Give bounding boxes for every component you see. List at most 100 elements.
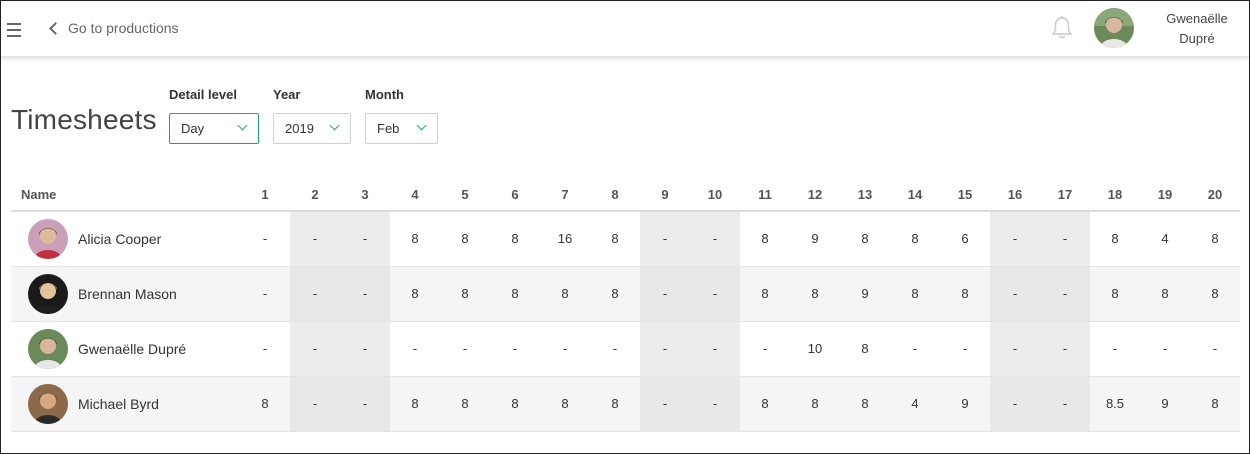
table-row[interactable]: Brennan Mason - - -8 8 8 8 8- -8 8 9 8 8- -8 8 8 <box>11 266 1240 322</box>
hours-cell[interactable]: - <box>390 321 440 377</box>
hours-cell[interactable]: - <box>340 376 390 432</box>
hours-cell[interactable]: 8 <box>840 211 890 267</box>
hours-cell[interactable]: 8 <box>240 376 290 432</box>
hours-cell[interactable]: 8 <box>440 211 490 267</box>
hours-cell[interactable]: - <box>1140 321 1190 377</box>
hours-cell[interactable]: 8 <box>490 211 540 267</box>
hours-cell[interactable]: - <box>1040 266 1090 322</box>
hours-cell[interactable]: - <box>690 376 740 432</box>
month-select[interactable]: Feb <box>365 113 438 144</box>
hours-cell[interactable]: 8 <box>540 376 590 432</box>
hours-cell[interactable]: - <box>890 321 940 377</box>
table-row[interactable]: Alicia Cooper - - -8 8 8 16 8- -8 9 8 8 6- -8 4 8 <box>11 211 1240 267</box>
hours-cell[interactable]: 8 <box>590 266 640 322</box>
hours-cell[interactable]: 8 <box>1190 266 1240 322</box>
hours-cell[interactable]: 8 <box>890 266 940 322</box>
hours-cell[interactable]: - <box>640 321 690 377</box>
user-name[interactable]: Gwenaëlle Dupré <box>1151 9 1243 49</box>
hours-cell[interactable]: - <box>690 211 740 267</box>
hours-cell[interactable]: 8 <box>1090 211 1140 267</box>
hours-cell[interactable]: 8.5 <box>1090 376 1140 432</box>
hours-cell[interactable]: - <box>590 321 640 377</box>
hours-cell[interactable]: - <box>690 321 740 377</box>
column-header-day: 6 <box>490 178 540 212</box>
hours-cell[interactable]: 8 <box>940 266 990 322</box>
hours-cell[interactable]: 8 <box>590 376 640 432</box>
hours-cell[interactable]: - <box>640 266 690 322</box>
hours-cell[interactable]: - <box>490 321 540 377</box>
hours-cell[interactable]: 8 <box>740 211 790 267</box>
hours-cell[interactable]: - <box>990 266 1040 322</box>
hours-cell[interactable]: - <box>990 321 1040 377</box>
table-row[interactable]: Michael Byrd 8- -8 8 8 8 8- -8 8 8 4 9- -8.5 9 8 <box>11 376 1240 432</box>
hours-cell[interactable]: - <box>440 321 490 377</box>
column-header-day: 19 <box>1140 178 1190 212</box>
hours-cell[interactable]: - <box>240 266 290 322</box>
user-avatar[interactable] <box>1094 8 1134 48</box>
year-select[interactable]: 2019 <box>273 113 351 144</box>
hours-cell[interactable]: - <box>740 321 790 377</box>
hours-cell[interactable]: - <box>990 211 1040 267</box>
hours-cell[interactable]: 8 <box>390 211 440 267</box>
hours-cell[interactable]: 8 <box>1190 376 1240 432</box>
hours-cell[interactable]: 16 <box>540 211 590 267</box>
hours-cell[interactable]: 8 <box>1140 266 1190 322</box>
detail-level-select[interactable]: Day <box>169 113 259 144</box>
column-header-day: 3 <box>340 178 390 212</box>
back-link[interactable]: Go to productions <box>49 20 179 36</box>
hours-cell[interactable]: - <box>690 266 740 322</box>
hours-cell[interactable]: 8 <box>490 376 540 432</box>
hours-cell[interactable]: 8 <box>540 266 590 322</box>
column-header-day: 20 <box>1190 178 1240 212</box>
bell-icon[interactable] <box>1050 15 1074 41</box>
hours-cell[interactable]: 8 <box>790 376 840 432</box>
hours-cell[interactable]: - <box>1040 211 1090 267</box>
hours-cell[interactable]: - <box>290 321 340 377</box>
hours-cell[interactable]: - <box>540 321 590 377</box>
hours-cell[interactable]: - <box>640 376 690 432</box>
hours-cell[interactable]: - <box>290 211 340 267</box>
hours-cell[interactable]: 4 <box>1140 211 1190 267</box>
detail-level-value: Day <box>181 121 205 136</box>
hours-cell[interactable]: 8 <box>1090 266 1140 322</box>
hours-cell[interactable]: - <box>290 266 340 322</box>
hours-cell[interactable]: - <box>940 321 990 377</box>
hours-cell[interactable]: 8 <box>840 321 890 377</box>
hours-cell[interactable]: - <box>640 211 690 267</box>
menu-icon[interactable] <box>7 23 21 37</box>
hours-cell[interactable]: 9 <box>790 211 840 267</box>
hours-cell[interactable]: 8 <box>440 266 490 322</box>
hours-cell[interactable]: 8 <box>740 266 790 322</box>
hours-cell[interactable]: 8 <box>490 266 540 322</box>
hours-cell[interactable]: 8 <box>390 266 440 322</box>
hours-cell[interactable]: - <box>1090 321 1140 377</box>
hours-cell[interactable]: 9 <box>840 266 890 322</box>
hours-cell[interactable]: 4 <box>890 376 940 432</box>
hours-cell[interactable]: 10 <box>790 321 840 377</box>
avatar <box>28 328 68 369</box>
hours-cell[interactable]: - <box>240 321 290 377</box>
hours-cell[interactable]: 8 <box>1190 211 1240 267</box>
hours-cell[interactable]: 8 <box>890 211 940 267</box>
hours-cell[interactable]: 9 <box>1140 376 1190 432</box>
hours-cell[interactable]: - <box>1040 321 1090 377</box>
hours-cell[interactable]: - <box>1190 321 1240 377</box>
hours-cell[interactable]: 8 <box>390 376 440 432</box>
hours-cell[interactable]: 8 <box>740 376 790 432</box>
chevron-down-icon <box>237 120 248 131</box>
avatar <box>28 383 68 424</box>
hours-cell[interactable]: - <box>990 376 1040 432</box>
hours-cell[interactable]: - <box>240 211 290 267</box>
hours-cell[interactable]: 8 <box>590 211 640 267</box>
table-row[interactable]: Gwenaëlle Dupré - - - - - - - - - - -10 8- - - - - - - <box>11 321 1240 377</box>
hours-cell[interactable]: 9 <box>940 376 990 432</box>
hours-cell[interactable]: - <box>340 266 390 322</box>
hours-cell[interactable]: - <box>340 211 390 267</box>
hours-cell[interactable]: 8 <box>840 376 890 432</box>
hours-cell[interactable]: 8 <box>440 376 490 432</box>
hours-cell[interactable]: - <box>340 321 390 377</box>
hours-cell[interactable]: - <box>290 376 340 432</box>
hours-cell[interactable]: 6 <box>940 211 990 267</box>
hours-cell[interactable]: 8 <box>790 266 840 322</box>
hours-cell[interactable]: - <box>1040 376 1090 432</box>
